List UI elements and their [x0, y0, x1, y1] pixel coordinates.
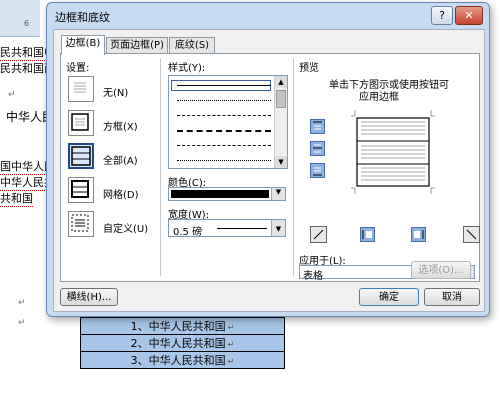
setting-all-label[interactable]: 全部(A) [103, 152, 138, 167]
color-swatch [171, 190, 269, 198]
tab-page-border[interactable]: 页面边框(P) [106, 37, 168, 54]
dialog-title: 边框和底纹 [55, 11, 110, 24]
table-row[interactable]: 3、中华人民共和国 ↵ [80, 351, 285, 369]
tab-shading[interactable]: 底纹(S) [169, 37, 215, 54]
column-divider [160, 58, 161, 276]
color-select[interactable]: ▼ [168, 187, 286, 201]
border-preview[interactable] [351, 106, 435, 198]
table-row[interactable]: 2、中华人民共和国 ↵ [80, 334, 285, 352]
borders-and-shading-dialog: 边框和底纹 ? ✕ 边框(B) 页面边框(P) 底纹(S) 设置: 无(N) 方… [46, 2, 490, 317]
cell-mark: ↵ [227, 357, 235, 366]
inside-horizontal-border-button-icon[interactable] [310, 141, 325, 156]
ruler: 6 [0, 0, 40, 37]
paragraph-mark: ↵ [18, 298, 26, 308]
scroll-down-icon[interactable]: ▼ [275, 156, 287, 168]
cell-text: 3、中华人民共和国 [130, 354, 226, 367]
diagonal-up-border-button-icon[interactable] [463, 226, 480, 243]
paragraph-mark: ↵ [18, 318, 26, 328]
tab-borders[interactable]: 边框(B) [61, 35, 105, 55]
scroll-thumb[interactable] [276, 90, 286, 108]
cell-mark: ↵ [227, 340, 235, 349]
doc-line[interactable]: 共和国 [0, 190, 33, 207]
chevron-down-icon[interactable]: ▼ [271, 220, 285, 236]
line-style-list[interactable]: ▲ ▼ [168, 75, 288, 169]
bottom-border-button-icon[interactable] [310, 163, 325, 178]
style-list-scrollbar[interactable]: ▲ ▼ [274, 76, 287, 168]
options-button[interactable]: 选项(O)... [411, 261, 471, 279]
width-select[interactable]: 0.5 磅 ▼ [168, 219, 286, 238]
paragraph-mark: ↵ [8, 90, 16, 100]
setting-all-icon[interactable] [68, 143, 94, 169]
width-value: 0.5 磅 [173, 227, 203, 238]
help-button[interactable]: ? [431, 6, 453, 25]
line-style-long-dash[interactable] [177, 130, 271, 132]
setting-grid-label[interactable]: 网格(D) [103, 186, 139, 201]
setting-box-icon[interactable] [68, 110, 94, 136]
cell-text: 2、中华人民共和国 [130, 337, 226, 350]
setting-custom-label[interactable]: 自定义(U) [103, 220, 148, 235]
close-button[interactable]: ✕ [455, 6, 483, 25]
chevron-down-icon[interactable]: ▼ [271, 188, 285, 200]
column-divider [293, 58, 294, 276]
dialog-titlebar[interactable]: 边框和底纹 ? ✕ [47, 3, 489, 29]
table-cell[interactable]: 3、中华人民共和国 ↵ [80, 351, 285, 369]
document-table[interactable]: 1、中华人民共和国 ↵ 2、中华人民共和国 ↵ 3、中华人民共和国 ↵ [80, 317, 285, 369]
cell-text: 1、中华人民共和国 [130, 320, 226, 333]
setting-custom-icon[interactable] [68, 211, 94, 237]
settings-heading: 设置: [66, 63, 90, 74]
line-style-solid[interactable] [177, 85, 271, 86]
left-border-button-icon[interactable] [360, 227, 375, 242]
cancel-button[interactable]: 取消 [424, 288, 480, 306]
borders-tab-panel: 设置: 无(N) 方框(X) 全部(A) 网格(D) 自定义(U) 样式(Y):… [60, 53, 480, 282]
right-border-button-icon[interactable] [411, 227, 426, 242]
ruler-number: 6 [24, 19, 30, 28]
table-cell[interactable]: 1、中华人民共和国 ↵ [80, 317, 285, 335]
table-row[interactable]: 1、中华人民共和国 ↵ [80, 317, 285, 335]
table-cell[interactable]: 2、中华人民共和国 ↵ [80, 334, 285, 352]
line-style-dotted[interactable] [177, 100, 271, 101]
line-style-dashed[interactable] [177, 115, 271, 116]
setting-none-icon[interactable] [68, 76, 94, 102]
style-heading: 样式(Y): [168, 63, 206, 74]
line-style-dash-dot-dot[interactable] [177, 160, 271, 161]
ok-button[interactable]: 确定 [359, 288, 419, 306]
line-style-dash-dot[interactable] [177, 145, 271, 146]
diagonal-down-border-button-icon[interactable] [310, 226, 327, 243]
width-sample-line [217, 228, 267, 229]
apply-to-value: 表格 [303, 271, 323, 282]
setting-box-label[interactable]: 方框(X) [103, 118, 138, 133]
horizontal-line-button[interactable]: 横线(H)... [60, 288, 118, 306]
top-border-button-icon[interactable] [310, 119, 325, 134]
cell-mark: ↵ [227, 323, 235, 332]
preview-heading: 预览 [299, 63, 319, 74]
setting-grid-icon[interactable] [68, 177, 94, 203]
scroll-up-icon[interactable]: ▲ [275, 76, 287, 88]
dialog-body: 边框(B) 页面边框(P) 底纹(S) 设置: 无(N) 方框(X) 全部(A)… [53, 29, 485, 312]
setting-none-label[interactable]: 无(N) [103, 84, 128, 99]
preview-instruction: 应用边框 [359, 92, 399, 103]
